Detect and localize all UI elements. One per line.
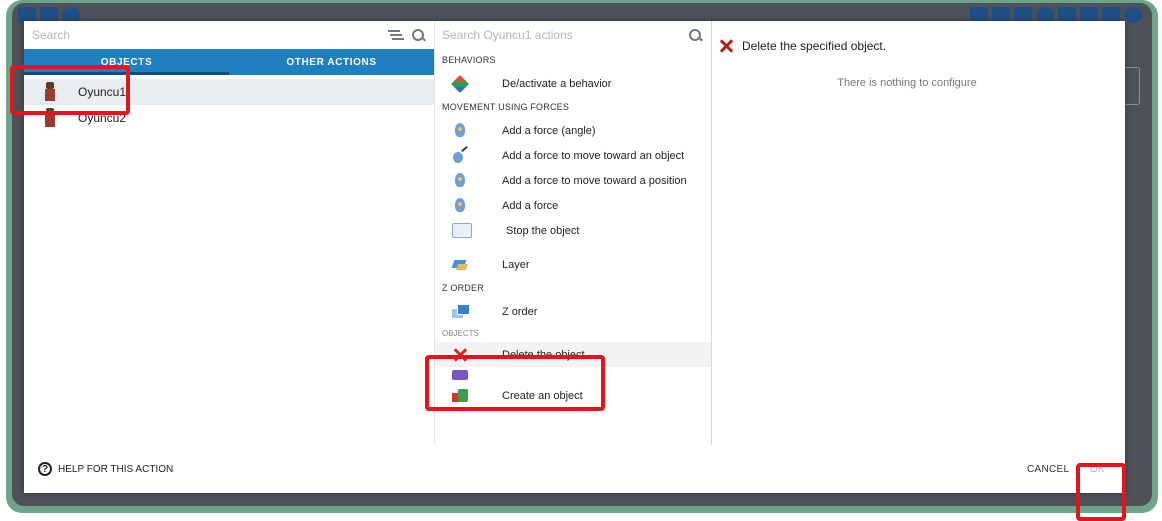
action-list-panel: Search Oyuncu1 actions BEHAVIORS De/acti… [425, 21, 716, 445]
action-deactivate-behavior[interactable]: De/activate a behavior [435, 71, 711, 96]
z-order-icon [452, 303, 470, 320]
action-force-angle[interactable]: Add a force (angle) [435, 118, 711, 143]
highlight-box-ok [1076, 463, 1126, 521]
action-force-toward-position[interactable]: Add a force to move toward a position [435, 168, 711, 193]
action-label: Z order [502, 305, 538, 318]
action-label: Add a force [502, 199, 559, 212]
action-config-panel: Delete the specified object. There is no… [712, 21, 1125, 445]
object-search-input[interactable]: Search [24, 28, 386, 42]
search-icon[interactable] [687, 27, 703, 43]
nothing-to-configure-text: There is nothing to configure [837, 77, 977, 89]
section-behaviors: BEHAVIORS [442, 55, 496, 65]
delete-icon [720, 39, 734, 53]
section-z-order: Z ORDER [442, 283, 484, 293]
section-objects: OBJECTS [442, 329, 479, 338]
action-layer[interactable]: Layer [435, 252, 711, 277]
highlight-box-delete-action [425, 355, 605, 411]
layer-icon [452, 257, 468, 273]
cancel-button[interactable]: CANCEL [1027, 464, 1069, 475]
section-movement-forces: MOVEMENT USING FORCES [442, 102, 570, 112]
action-label: Add a force (angle) [502, 124, 596, 137]
action-editor-dialog: Search OBJECTS OTHER ACTIONS Oyuncu1 Oyu… [10, 21, 1126, 521]
force-icon [452, 122, 468, 139]
filter-icon[interactable] [386, 27, 402, 43]
behavior-icon [450, 74, 470, 93]
description-text: Delete the specified object. [742, 39, 887, 53]
stop-icon [452, 223, 472, 238]
search-icon[interactable] [410, 27, 426, 43]
help-icon: ? [38, 462, 52, 476]
tab-other-actions[interactable]: OTHER ACTIONS [229, 49, 434, 75]
action-description: Delete the specified object. [720, 39, 886, 53]
action-stop-object[interactable]: Stop the object [435, 218, 711, 243]
action-z-order[interactable]: Z order [435, 299, 711, 324]
force-icon [452, 172, 468, 189]
search-events-icon[interactable] [1124, 7, 1142, 23]
help-for-action-button[interactable]: ? HELP FOR THIS ACTION [38, 462, 173, 476]
force-icon [452, 197, 468, 214]
action-force-toward-object[interactable]: Add a force to move toward an object [435, 143, 711, 168]
action-label: Add a force to move toward an object [502, 149, 685, 162]
action-label: Stop the object [506, 224, 580, 237]
action-add-force[interactable]: Add a force [435, 193, 711, 218]
action-label: De/activate a behavior [502, 77, 612, 90]
highlight-box-object [10, 65, 130, 115]
object-search-bar: Search [24, 21, 434, 49]
help-label: HELP FOR THIS ACTION [58, 463, 174, 475]
action-search-input[interactable]: Search Oyuncu1 actions [435, 28, 687, 42]
dialog-footer: ? HELP FOR THIS ACTION CANCEL OK [24, 445, 1126, 521]
force-toward-icon [452, 148, 468, 164]
action-label: Add a force to move toward a position [502, 174, 687, 187]
action-label: Layer [502, 258, 530, 271]
object-selector-panel: Search OBJECTS OTHER ACTIONS Oyuncu1 Oyu… [10, 21, 435, 445]
action-search-bar: Search Oyuncu1 actions [435, 21, 711, 49]
